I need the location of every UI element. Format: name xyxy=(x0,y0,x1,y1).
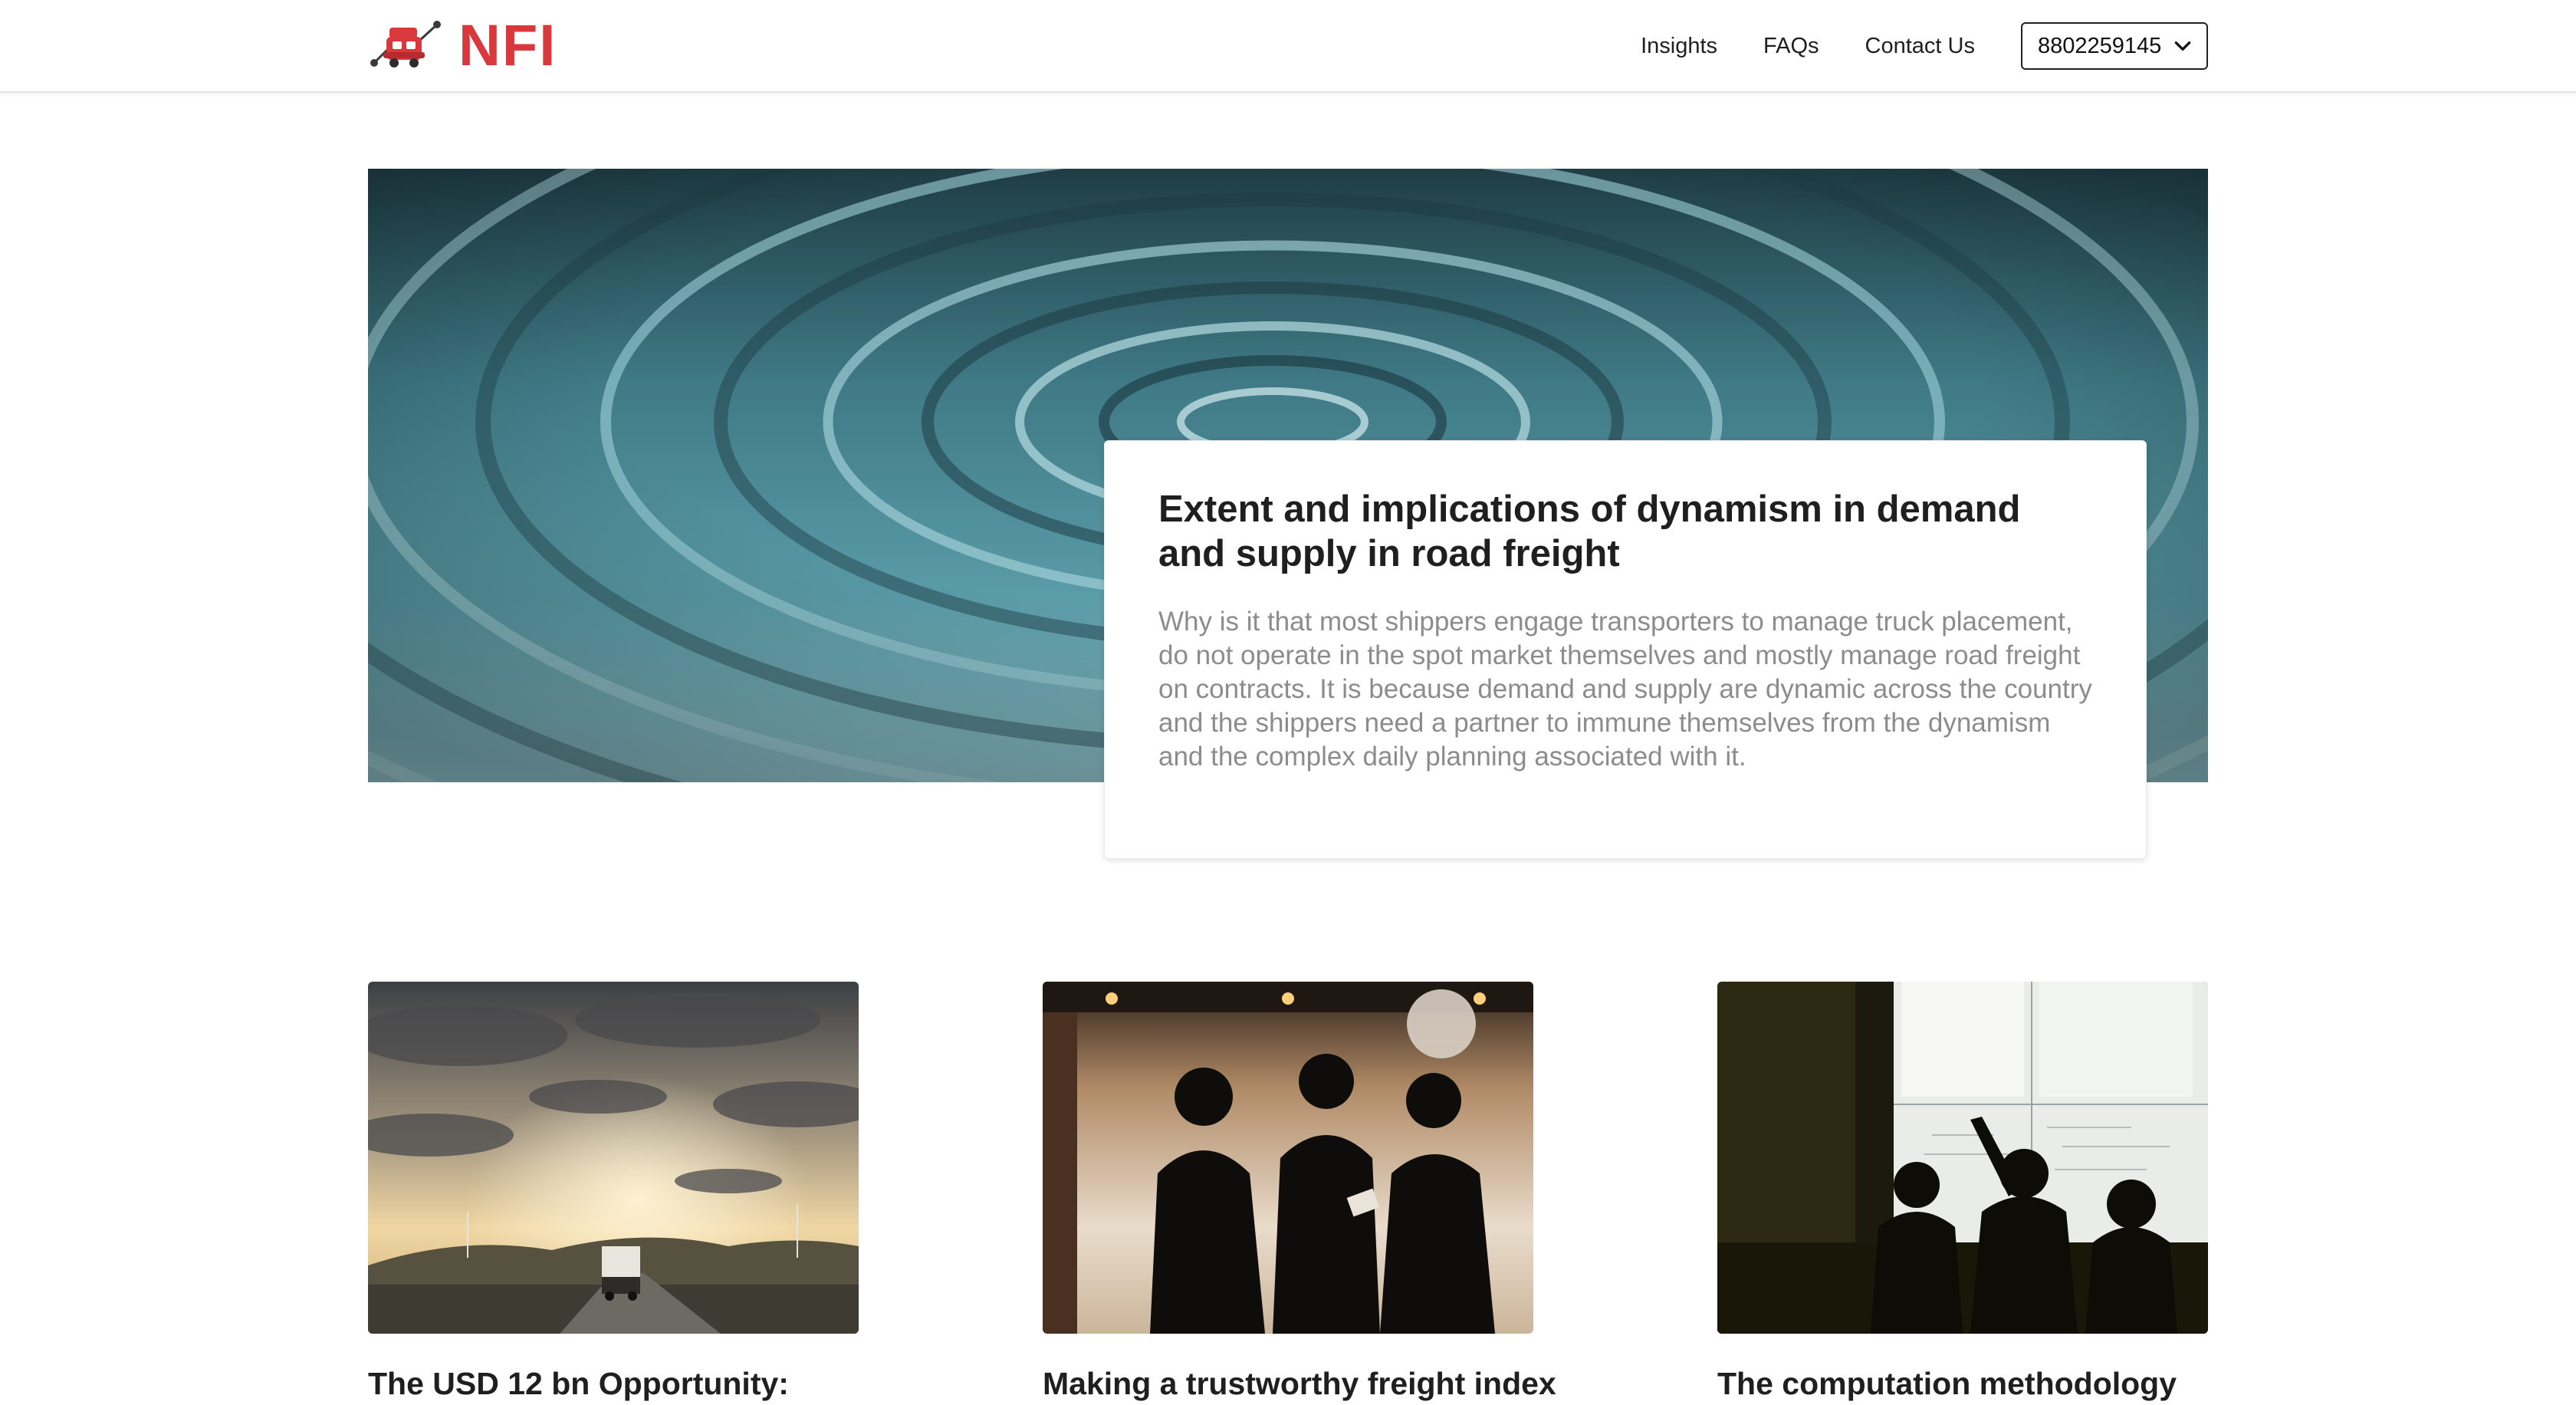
article-card-computation-methodology[interactable]: The computation methodology xyxy=(1717,982,2208,1403)
featured-article-description: Why is it that most shippers engage tran… xyxy=(1158,607,2092,772)
top-navbar: NFI Insights FAQs Contact Us 8802259145 xyxy=(0,0,2576,93)
nav-link-contact-us[interactable]: Contact Us xyxy=(1865,34,1975,59)
brand-logo[interactable]: NFI xyxy=(368,17,557,75)
truck-network-logo-icon xyxy=(370,21,441,67)
whiteboard-classroom-image xyxy=(1717,982,2208,1334)
phone-number-select[interactable]: 8802259145 xyxy=(2021,22,2208,70)
chevron-down-icon xyxy=(2174,41,2191,51)
people-silhouettes-office-image xyxy=(1043,982,1533,1334)
phone-number-value: 8802259145 xyxy=(2038,33,2162,58)
logo-wordmark: NFI xyxy=(458,13,557,78)
article-card-title: The computation methodology xyxy=(1717,1366,2177,1401)
nav-link-insights[interactable]: Insights xyxy=(1641,34,1717,59)
article-card-title: The USD 12 bn Opportunity: xyxy=(368,1366,789,1401)
article-card-usd-opportunity[interactable]: The USD 12 bn Opportunity: xyxy=(368,982,859,1403)
truck-road-sunset-image xyxy=(368,982,859,1334)
main-nav: Insights FAQs Contact Us 8802259145 xyxy=(1641,21,2208,71)
article-card-title: Making a trustworthy freight index xyxy=(1043,1366,1556,1401)
nav-link-faqs[interactable]: FAQs xyxy=(1763,34,1819,59)
featured-article-card[interactable]: Extent and implications of dynamism in d… xyxy=(1104,440,2147,859)
featured-article-title: Extent and implications of dynamism in d… xyxy=(1158,489,2021,574)
article-card-freight-index[interactable]: Making a trustworthy freight index xyxy=(1043,982,1556,1403)
